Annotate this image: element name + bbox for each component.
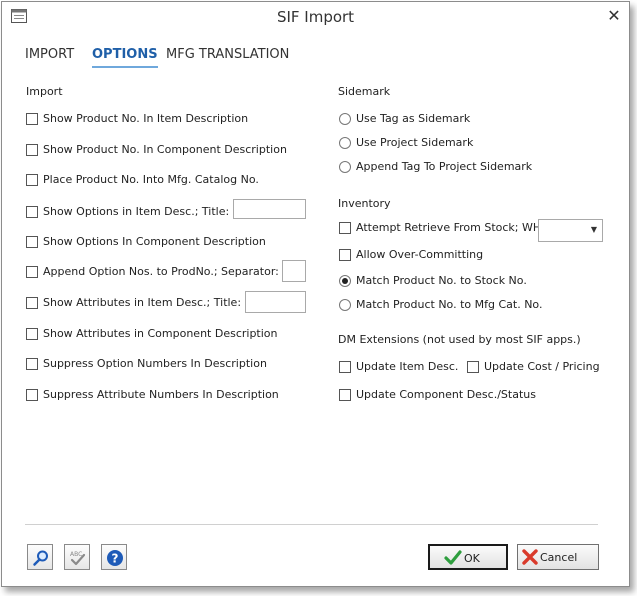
checkmark-icon — [444, 550, 462, 569]
checkbox-label: Show Product No. In Item Description — [43, 112, 249, 125]
radio-button[interactable] — [339, 137, 351, 149]
checkbox[interactable] — [467, 361, 479, 373]
dm-extensions-heading: DM Extensions (not used by most SIF apps… — [338, 333, 581, 346]
window-title: SIF Import — [276, 8, 355, 26]
radio-label: Match Product No. to Mfg Cat. No. — [356, 298, 543, 311]
tab-import[interactable]: IMPORT — [25, 47, 74, 62]
checkbox[interactable] — [26, 389, 38, 401]
checkbox-label: Place Product No. Into Mfg. Catalog No. — [43, 173, 259, 186]
radio-button[interactable] — [339, 299, 351, 311]
separator-input[interactable] — [282, 260, 306, 282]
cancel-label: Cancel — [540, 551, 578, 564]
svg-text:?: ? — [112, 552, 119, 566]
checkbox[interactable] — [26, 328, 38, 340]
radio-button[interactable] — [339, 113, 351, 125]
checkbox[interactable] — [339, 249, 351, 261]
checkbox-label: Suppress Attribute Numbers In Descriptio… — [43, 388, 279, 401]
ok-button[interactable]: OK — [428, 544, 508, 570]
radio-label: Match Product No. to Stock No. — [356, 274, 527, 287]
sidemark-heading: Sidemark — [338, 85, 391, 98]
radio-label: Append Tag To Project Sidemark — [356, 160, 533, 173]
checkbox-label: Show Product No. In Component Descriptio… — [43, 143, 287, 156]
title-bar: SIF Import ✕ — [2, 2, 629, 32]
checkbox[interactable] — [26, 297, 38, 309]
checkbox[interactable] — [26, 266, 38, 278]
checkbox[interactable] — [26, 174, 38, 186]
cancel-x-icon — [522, 549, 538, 568]
cancel-button[interactable]: Cancel — [517, 544, 599, 570]
spell-check-button[interactable]: ABC — [64, 544, 90, 570]
help-button[interactable]: ? — [101, 544, 127, 570]
checkbox[interactable] — [339, 389, 351, 401]
checkbox[interactable] — [339, 361, 351, 373]
svg-text:ABC: ABC — [70, 551, 82, 558]
radio-button[interactable] — [339, 161, 351, 173]
spell-check-icon: ABC — [70, 551, 86, 566]
checkbox-label: Update Component Desc./Status — [356, 388, 536, 401]
checkbox-label: Append Option Nos. to ProdNo.; Separator… — [43, 265, 279, 278]
checkbox-label: Show Options in Item Desc.; Title: — [43, 205, 230, 218]
ok-label: OK — [464, 552, 480, 565]
checkbox[interactable] — [26, 206, 38, 218]
sif-import-window: SIF Import ✕ IMPORT OPTIONS MFG TRANSLAT… — [1, 1, 630, 587]
search-button[interactable] — [27, 544, 53, 570]
checkbox-label: Show Attributes in Item Desc.; Title: — [43, 296, 242, 309]
options-title-input[interactable] — [233, 199, 306, 219]
checkbox[interactable] — [26, 113, 38, 125]
close-icon[interactable]: ✕ — [605, 7, 623, 25]
checkbox[interactable] — [26, 236, 38, 248]
tab-mfg-translation[interactable]: MFG TRANSLATION — [166, 47, 289, 62]
inventory-heading: Inventory — [338, 197, 391, 210]
checkbox-label: Show Options In Component Description — [43, 235, 266, 248]
footer-divider — [25, 524, 598, 525]
checkbox-label: Update Cost / Pricing — [484, 360, 600, 373]
import-heading: Import — [26, 85, 63, 98]
magnifier-icon — [33, 550, 48, 566]
checkbox[interactable] — [26, 358, 38, 370]
chevron-down-icon: ▼ — [590, 225, 597, 234]
warehouse-dropdown[interactable]: ▼ — [538, 219, 603, 242]
radio-label: Use Project Sidemark — [356, 136, 474, 149]
tab-options[interactable]: OPTIONS — [92, 47, 158, 68]
radio-button-selected[interactable] — [339, 275, 351, 287]
checkbox[interactable] — [26, 144, 38, 156]
checkbox[interactable] — [339, 222, 351, 234]
checkbox-label: Allow Over-Committing — [356, 248, 484, 261]
help-icon: ? — [107, 550, 123, 566]
attributes-title-input[interactable] — [245, 291, 306, 313]
checkbox-label: Suppress Option Numbers In Description — [43, 357, 267, 370]
radio-label: Use Tag as Sidemark — [356, 112, 471, 125]
checkbox-label: Update Item Desc. — [356, 360, 459, 373]
checkbox-label: Show Attributes in Component Description — [43, 327, 278, 340]
checkbox-label: Attempt Retrieve From Stock; WH: — [356, 221, 545, 234]
